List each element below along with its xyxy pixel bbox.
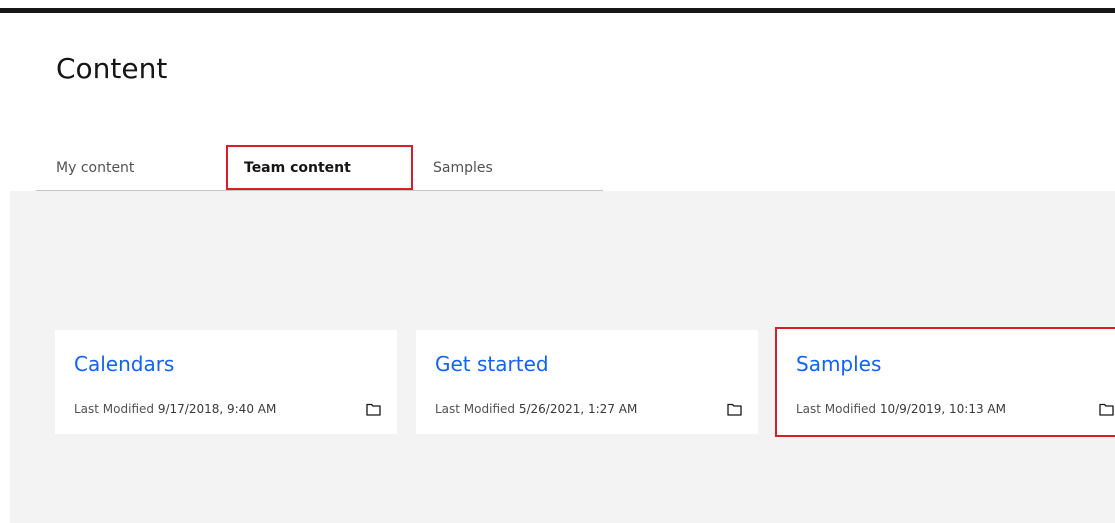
folder-card-calendars[interactable]: Calendars Last Modified 9/17/2018, 9:40 …	[55, 330, 397, 434]
tab-my-content[interactable]: My content	[36, 147, 226, 190]
tab-label: Samples	[433, 160, 493, 176]
tab-label: My content	[56, 160, 135, 176]
modified-label: Last Modified	[74, 402, 155, 416]
modified-label: Last Modified	[435, 402, 516, 416]
tab-label: Team content	[244, 160, 351, 176]
card-modified: Last Modified 10/9/2019, 10:13 AM	[796, 402, 1006, 416]
folder-icon	[1099, 403, 1114, 416]
folder-icon	[727, 403, 742, 416]
modified-date: 9/17/2018, 9:40 AM	[157, 402, 277, 416]
card-title[interactable]: Get started	[435, 352, 549, 376]
content-panel: Calendars Last Modified 9/17/2018, 9:40 …	[10, 191, 1115, 523]
folder-card-get-started[interactable]: Get started Last Modified 5/26/2021, 1:2…	[416, 330, 758, 434]
modified-date: 10/9/2019, 10:13 AM	[879, 402, 1006, 416]
tab-list: My content Team content Samples	[36, 145, 603, 191]
top-bar	[0, 8, 1115, 13]
card-title[interactable]: Samples	[796, 352, 881, 376]
modified-label: Last Modified	[796, 402, 877, 416]
tab-team-content[interactable]: Team content	[226, 145, 413, 190]
page-title: Content	[56, 52, 168, 85]
folder-icon	[366, 403, 381, 416]
card-modified: Last Modified 5/26/2021, 1:27 AM	[435, 402, 637, 416]
folder-card-samples[interactable]: Samples Last Modified 10/9/2019, 10:13 A…	[775, 327, 1115, 437]
card-modified: Last Modified 9/17/2018, 9:40 AM	[74, 402, 276, 416]
modified-date: 5/26/2021, 1:27 AM	[518, 402, 638, 416]
card-title[interactable]: Calendars	[74, 352, 174, 376]
tab-samples[interactable]: Samples	[413, 147, 603, 190]
